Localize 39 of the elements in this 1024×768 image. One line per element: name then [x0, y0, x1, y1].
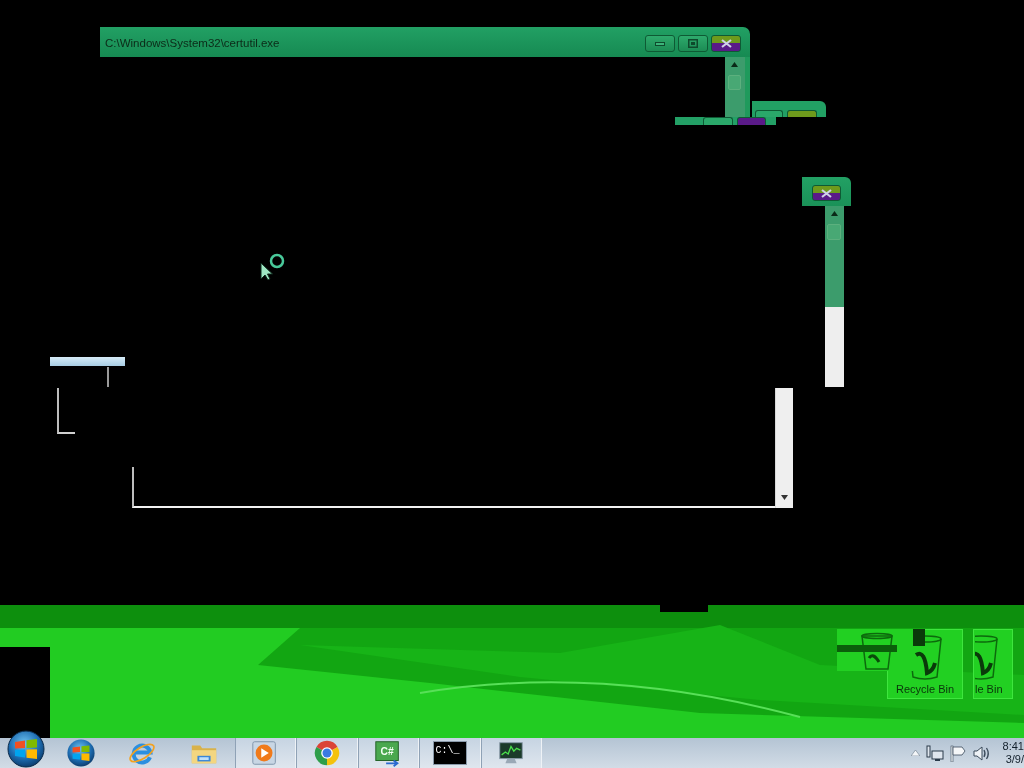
window-title: C:\Windows\System32\certutil.exe — [105, 36, 280, 50]
minimize-button[interactable] — [645, 35, 675, 52]
network-icon[interactable] — [925, 744, 944, 762]
maximize-button[interactable] — [678, 35, 708, 52]
recycle-bin-icon — [975, 633, 1001, 681]
taskbar-button[interactable] — [480, 738, 542, 768]
scrollbar[interactable] — [825, 206, 844, 387]
glitch-patch — [837, 645, 897, 652]
busy-cursor-icon — [260, 253, 285, 280]
maximize-icon — [688, 39, 698, 48]
scroll-up-arrow-icon[interactable] — [731, 62, 738, 67]
scroll-down-arrow-icon[interactable] — [781, 495, 788, 500]
window-edge — [107, 367, 109, 387]
scrollbar[interactable] — [725, 57, 745, 117]
clock-date[interactable]: 3/9/ — [1005, 753, 1024, 766]
windows-logo-icon — [65, 738, 96, 768]
maximize-button[interactable] — [755, 110, 783, 117]
caret-up-icon[interactable] — [910, 750, 920, 756]
desktop-icon[interactable]: le Bin — [973, 629, 1013, 699]
window-edge — [57, 388, 75, 434]
start-button[interactable] — [5, 730, 47, 768]
clock-time[interactable]: 8:41 — [1002, 740, 1024, 753]
close-icon — [821, 188, 832, 198]
scrollbar[interactable] — [775, 388, 793, 508]
recycle-bin-icon — [859, 632, 895, 670]
taskbar-button[interactable]: C:\_ — [419, 738, 481, 768]
flag-icon[interactable] — [949, 744, 967, 762]
glitch-patch — [913, 629, 925, 646]
console-icon: C:\_ — [432, 741, 467, 765]
close-icon — [720, 39, 732, 48]
maximize-button[interactable] — [703, 117, 733, 125]
close-button[interactable] — [812, 185, 841, 201]
scrollbar-thumb[interactable] — [827, 224, 841, 240]
scrollbar-thumb[interactable] — [728, 75, 741, 90]
speaker-icon[interactable] — [972, 744, 991, 762]
close-button[interactable] — [711, 35, 741, 52]
scroll-up-arrow-icon[interactable] — [831, 211, 838, 216]
minimize-icon — [655, 41, 665, 46]
windows-logo-icon — [5, 730, 47, 768]
